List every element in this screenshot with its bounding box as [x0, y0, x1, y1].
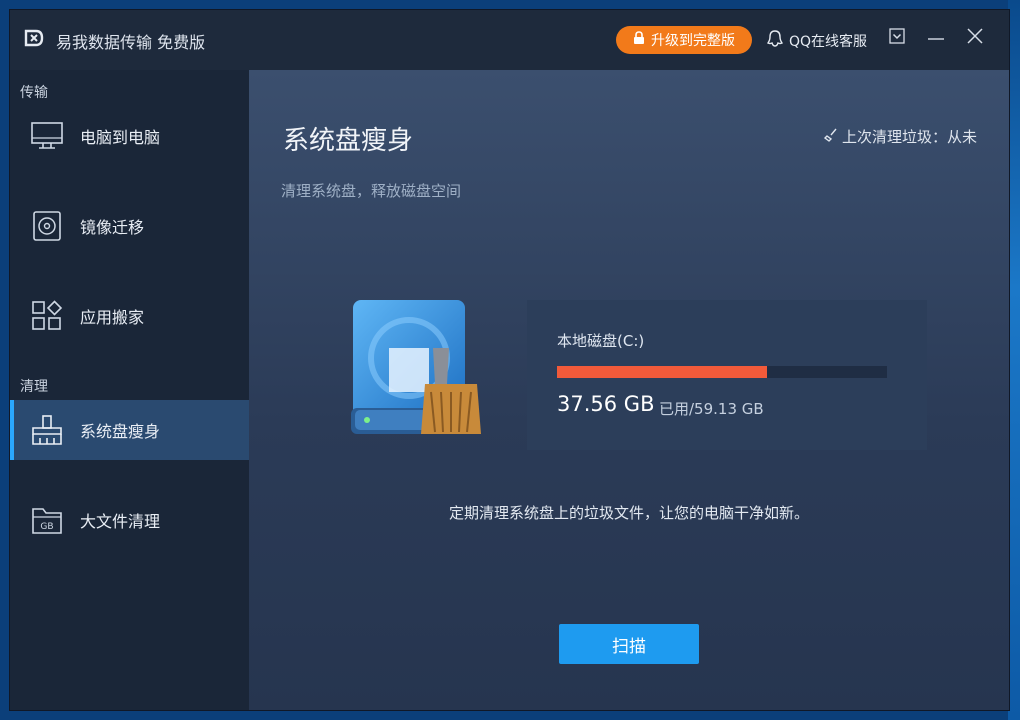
disk-usage-bar — [557, 366, 887, 378]
hard-drive-cleaning-illustration — [349, 296, 489, 450]
main-panel: 系统盘瘦身 清理系统盘，释放磁盘空间 上次清理垃圾：从未 本地磁盘(C:) 37… — [249, 70, 1009, 710]
page-title: 系统盘瘦身 — [283, 126, 414, 156]
app-title: 易我数据传输 免费版 — [56, 33, 206, 52]
broom-icon — [30, 413, 64, 447]
minimize-icon[interactable] — [927, 28, 945, 48]
sidebar-item-large-file-clean[interactable]: GB 大文件清理 — [10, 490, 249, 550]
last-clean-label: 上次清理垃圾：从未 — [841, 128, 977, 146]
sidebar-item-label: 系统盘瘦身 — [80, 422, 161, 441]
sidebar-item-label: 应用搬家 — [80, 308, 145, 327]
qq-support-label: QQ在线客服 — [789, 34, 868, 50]
app-logo-icon — [24, 28, 48, 52]
upgrade-label: 升级到完整版 — [651, 33, 735, 49]
disk-total-label: 已用/59.13 GB — [659, 400, 764, 418]
upgrade-button[interactable]: 升级到完整版 — [616, 26, 752, 54]
sidebar-item-label: 大文件清理 — [80, 512, 161, 531]
sidebar-item-app-migration[interactable]: 应用搬家 — [10, 286, 249, 346]
gb-folder-icon: GB — [30, 503, 64, 537]
title-bar: 易我数据传输 免费版 升级到完整版 QQ在线客服 — [10, 10, 1009, 70]
sidebar-item-image-migration[interactable]: 镜像迁移 — [10, 196, 249, 256]
section-label-transfer: 传输 — [20, 85, 48, 101]
disk-usage-card: 本地磁盘(C:) 37.56 GB 已用/59.13 GB — [527, 300, 927, 450]
cleaning-tip: 定期清理系统盘上的垃圾文件，让您的电脑干净如新。 — [448, 504, 809, 522]
sidebar-item-label: 镜像迁移 — [80, 218, 145, 237]
svg-text:GB: GB — [40, 522, 53, 532]
sidebar: 传输 电脑到电脑 镜像迁移 应用搬家 清理 系统盘瘦身 GB 大文件清理 — [10, 70, 249, 710]
disk-used-value: 37.56 GB — [557, 392, 655, 416]
brush-small-icon — [823, 128, 838, 146]
sidebar-item-label: 电脑到电脑 — [80, 128, 161, 147]
dropdown-menu-icon[interactable] — [889, 28, 905, 48]
sidebar-item-pc-to-pc[interactable]: 电脑到电脑 — [10, 106, 249, 166]
scan-button[interactable]: 扫描 — [559, 624, 699, 664]
last-clean-status: 上次清理垃圾：从未 — [823, 126, 977, 147]
disk-name: 本地磁盘(C:) — [557, 332, 645, 350]
disc-icon — [30, 209, 64, 243]
section-label-clean: 清理 — [20, 379, 48, 395]
lock-icon — [633, 31, 645, 49]
qq-support-button[interactable]: QQ在线客服 — [766, 30, 868, 52]
disk-usage-fill — [557, 366, 767, 378]
page-subtitle: 清理系统盘，释放磁盘空间 — [281, 182, 462, 200]
desktop-background — [1008, 0, 1020, 720]
scan-label: 扫描 — [612, 636, 646, 656]
sidebar-item-system-disk-slim[interactable]: 系统盘瘦身 — [10, 400, 249, 460]
close-icon[interactable] — [967, 28, 983, 48]
apps-grid-icon — [30, 299, 64, 333]
qq-icon — [766, 30, 784, 52]
app-window: 易我数据传输 免费版 升级到完整版 QQ在线客服 传输 电脑到电脑 镜像迁移 应… — [10, 10, 1009, 710]
monitor-icon — [30, 119, 64, 153]
